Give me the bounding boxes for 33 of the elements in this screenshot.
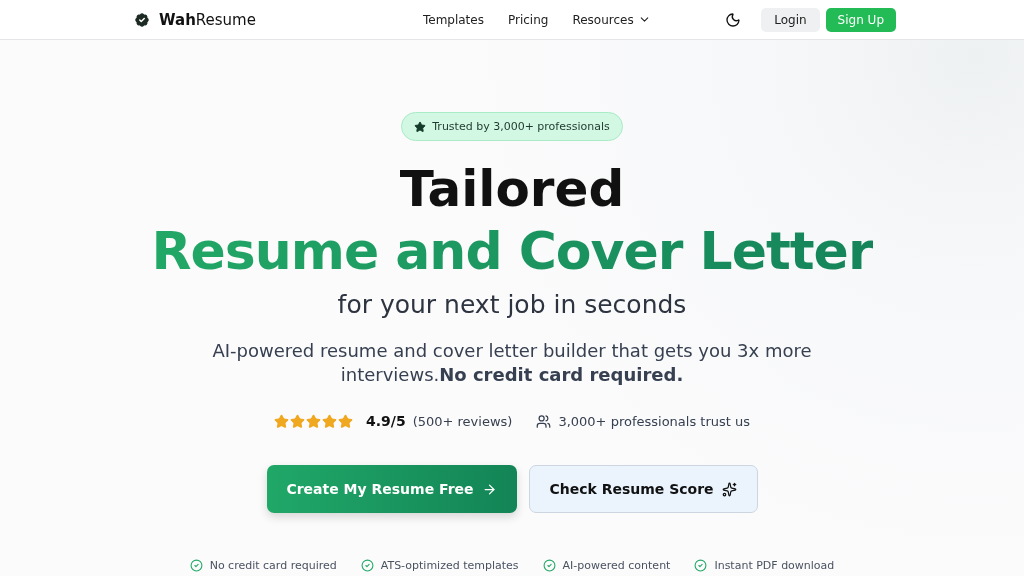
- badge-text: Trusted by 3,000+ professionals: [432, 120, 610, 133]
- star-icon: [414, 120, 427, 133]
- nav-link[interactable]: Pricing: [495, 12, 561, 27]
- check-circle-icon: [189, 559, 203, 572]
- sparkles-icon: [721, 481, 737, 497]
- feature-text: No credit card required: [209, 559, 337, 572]
- nav-link[interactable]: Templates: [410, 12, 496, 27]
- create-resume-button[interactable]: Create My Resume Free: [266, 465, 517, 513]
- check-circle-icon: [360, 559, 374, 572]
- check-circle-icon: [694, 559, 708, 572]
- star-icon: [274, 413, 289, 429]
- star-icon: [290, 413, 305, 429]
- feature-text: Instant PDF download: [714, 559, 835, 572]
- subheadline: for your next job in seconds: [337, 289, 687, 321]
- users-icon: [536, 413, 552, 429]
- logo[interactable]: WahResume: [159, 10, 256, 29]
- arrow-right-icon: [481, 481, 497, 497]
- description: AI-powered resume and cover letter builder that gets you 3x more interviews.No credit card required.: [211, 339, 813, 387]
- check-circle-icon: [542, 559, 556, 572]
- rating-score: 4.9/5: [366, 413, 406, 429]
- star-icon: [306, 413, 321, 429]
- headline: Tailored: [399, 159, 625, 219]
- feature-text: ATS-optimized templates: [380, 559, 519, 572]
- feature-text: AI-powered content: [562, 559, 671, 572]
- trust-text: 3,000+ professionals trust us: [558, 413, 750, 429]
- logo-icon: [133, 10, 151, 29]
- moon-icon[interactable]: [725, 11, 742, 28]
- login-button[interactable]: Login: [761, 7, 820, 32]
- check-score-button[interactable]: Check Resume Score: [528, 465, 758, 513]
- nav-link[interactable]: Resources: [560, 12, 663, 27]
- star-icon: [322, 413, 337, 429]
- review-count: (500+ reviews): [412, 413, 513, 429]
- star-icon: [338, 413, 353, 429]
